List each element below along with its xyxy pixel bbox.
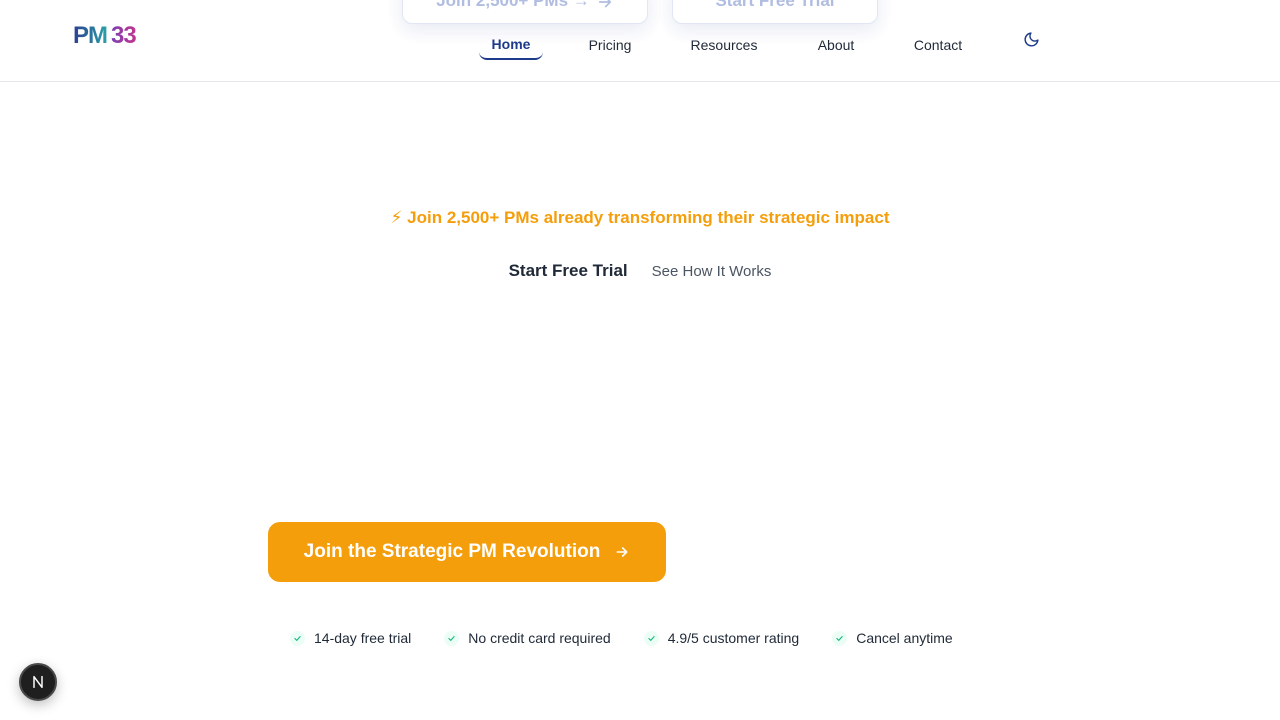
nav-home[interactable]: Home: [479, 30, 543, 60]
nav-resources[interactable]: Resources: [684, 30, 764, 60]
social-proof-text: ⚡ Join 2,500+ PMs already transforming t…: [0, 208, 1280, 228]
arrow-right-icon: [598, 0, 611, 8]
social-proof-label: Join 2,500+ PMs already transforming the…: [407, 208, 890, 227]
trust-badges: 14-day free trial No credit card require…: [290, 630, 953, 646]
moon-icon: [1024, 31, 1039, 46]
floating-trial-label: Start Free Trial: [715, 0, 835, 10]
join-revolution-button[interactable]: Join the Strategic PM Revolution: [268, 522, 666, 582]
theme-toggle-button[interactable]: [1018, 26, 1044, 52]
logo[interactable]: PM 33: [73, 22, 137, 50]
check-icon: [444, 630, 460, 646]
floating-join-button[interactable]: Join 2,500+ PMs →: [402, 0, 648, 24]
start-free-trial-link[interactable]: Start Free Trial: [509, 261, 628, 281]
cta-label: Join the Strategic PM Revolution: [303, 541, 601, 562]
trust-badge-label: 4.9/5 customer rating: [667, 630, 800, 646]
trust-badge-label: No credit card required: [468, 630, 611, 646]
check-icon: [643, 630, 659, 646]
trust-badge-label: Cancel anytime: [856, 630, 953, 646]
logo-suffix: 33: [111, 22, 137, 49]
trust-badge-label: 14-day free trial: [314, 630, 412, 646]
trust-badge: 14-day free trial: [290, 630, 411, 646]
hero-links: Start Free Trial See How It Works: [0, 261, 1280, 281]
arrow-right-icon: [616, 547, 628, 557]
check-icon: [832, 630, 848, 646]
logo-prefix: PM: [73, 22, 108, 49]
n-logo-icon: [33, 675, 43, 689]
nav-about[interactable]: About: [810, 30, 862, 60]
check-icon: [290, 630, 305, 646]
lightning-icon: ⚡: [390, 208, 403, 227]
nav-contact[interactable]: Contact: [905, 30, 971, 60]
dev-tools-badge[interactable]: [19, 663, 57, 701]
site-header: PM 33 Join 2,500+ PMs → Start Free Trial…: [0, 0, 1280, 82]
trust-badge: No credit card required: [444, 630, 611, 646]
floating-join-label: Join 2,500+ PMs →: [436, 0, 590, 10]
trust-badge: Cancel anytime: [832, 630, 953, 646]
see-how-it-works-link[interactable]: See How It Works: [652, 263, 772, 280]
floating-trial-button[interactable]: Start Free Trial: [672, 0, 878, 24]
nav-pricing[interactable]: Pricing: [579, 30, 641, 60]
trust-badge: 4.9/5 customer rating: [643, 630, 800, 646]
